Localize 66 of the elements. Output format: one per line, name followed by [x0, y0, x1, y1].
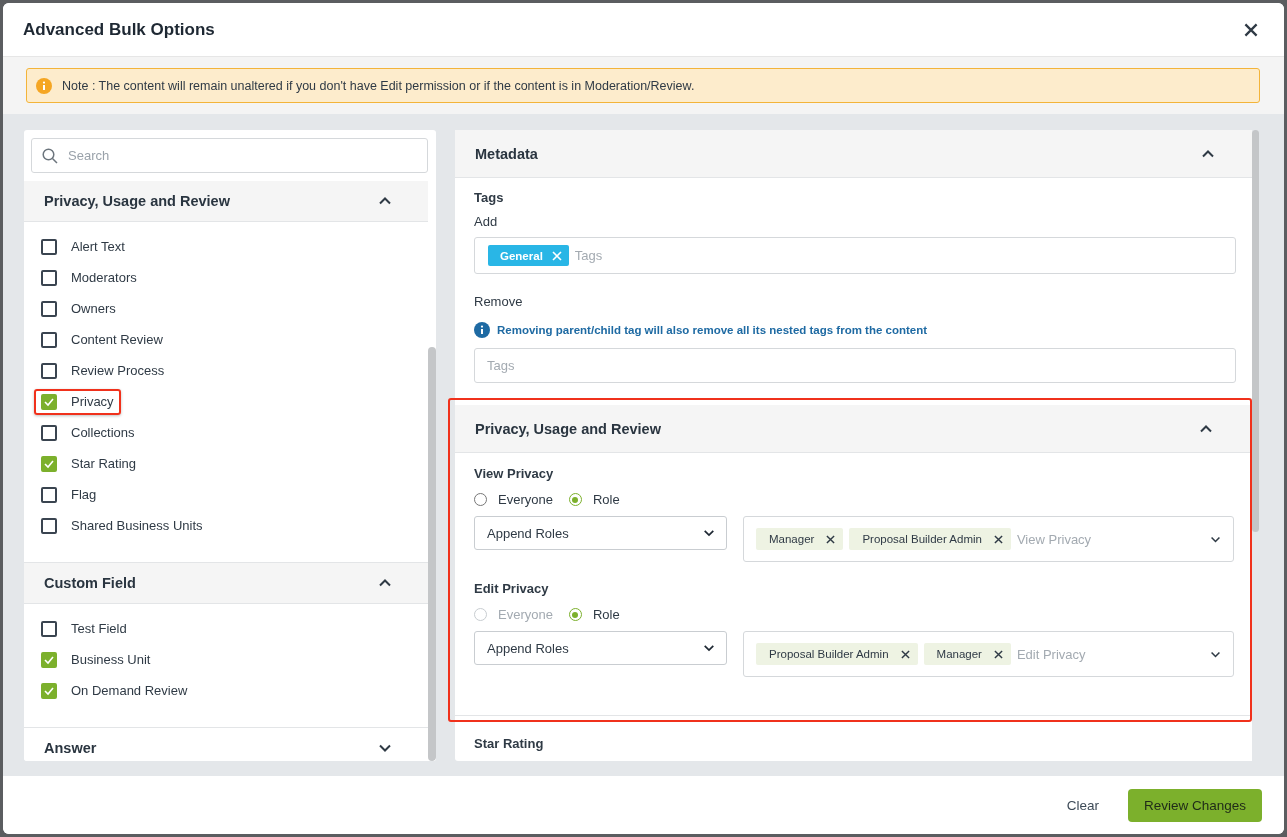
search-field[interactable]: Search — [31, 138, 428, 173]
checkbox[interactable]: Review Process — [41, 362, 165, 379]
checkbox[interactable]: Star Rating — [41, 455, 137, 472]
checkmark-icon — [44, 458, 54, 469]
tags-input[interactable]: Tags — [574, 248, 1223, 263]
tags-input[interactable]: Tags — [487, 358, 1223, 373]
info-icon — [474, 322, 490, 338]
checkbox[interactable]: On Demand Review — [41, 682, 188, 699]
checkbox[interactable]: Business Unit — [41, 651, 151, 668]
review-changes-button[interactable]: Review Changes — [1127, 788, 1262, 822]
chevron-down-icon[interactable] — [703, 527, 715, 539]
checkmark-icon — [44, 654, 54, 665]
mode-dropdown[interactable]: Append Roles — [474, 516, 727, 550]
roles-input[interactable]: Edit Privacy — [1016, 646, 1204, 662]
checkbox[interactable]: Shared Business Units — [41, 517, 203, 534]
checkbox[interactable]: Privacy — [41, 393, 114, 410]
remove-icon[interactable] — [900, 649, 910, 659]
checkmark-icon — [44, 396, 54, 407]
info-text: Removing parent/child tag will also remove all its nested tags from the content — [497, 324, 928, 336]
chevron-down-icon[interactable] — [703, 642, 715, 654]
field-label: Edit Privacy — [474, 581, 550, 596]
section-header[interactable]: Privacy, Usage and Review — [455, 405, 1250, 453]
remove-icon[interactable] — [993, 649, 1003, 659]
section-title: Answer — [44, 740, 97, 756]
dialog-title: Advanced Bulk Options — [23, 19, 215, 40]
field-label: View Privacy — [474, 466, 555, 481]
checkbox[interactable]: Alert Text — [41, 238, 125, 255]
checkmark-icon — [44, 685, 54, 696]
role-chip[interactable]: Manager — [756, 528, 844, 550]
radio-button[interactable]: Everyone — [474, 492, 553, 507]
section-title: Privacy, Usage and Review — [475, 420, 661, 437]
checkbox[interactable]: Content Review — [41, 331, 163, 348]
search-icon — [42, 147, 58, 164]
section-header[interactable]: Privacy, Usage and Review — [24, 181, 428, 222]
remove-icon[interactable] — [826, 534, 836, 544]
checkbox[interactable]: Test Field — [41, 620, 127, 637]
section-header[interactable]: Custom Field — [24, 563, 428, 604]
role-chip[interactable]: Manager — [923, 643, 1011, 665]
field-label: Remove — [474, 294, 524, 309]
remove-icon[interactable] — [993, 534, 1003, 544]
checkbox[interactable]: Flag — [41, 486, 97, 503]
section-header[interactable]: Metadata — [455, 130, 1252, 178]
roles-select[interactable]: Manager Proposal Builder Admin View Privacy — [743, 516, 1234, 562]
note-text: Note : The content will remain unaltered if you don't have Edit permission or if the content is in Moderation/Review. — [62, 78, 695, 93]
section-title: Custom Field — [44, 575, 136, 591]
checkbox[interactable]: Moderators — [41, 269, 137, 286]
radio-button: Everyone — [474, 607, 553, 622]
checkbox[interactable]: Owners — [41, 300, 116, 317]
close-icon[interactable] — [1244, 22, 1258, 37]
radio-button[interactable]: Role — [568, 607, 620, 622]
mode-dropdown[interactable]: Append Roles — [474, 631, 727, 665]
warning-icon — [36, 77, 52, 94]
roles-input[interactable]: View Privacy — [1016, 531, 1204, 547]
clear-button[interactable]: Clear — [1066, 791, 1099, 819]
radio-button[interactable]: Role — [568, 492, 620, 507]
tags-field[interactable]: Tags — [474, 348, 1236, 383]
field-label: Tags — [474, 190, 505, 205]
checkbox[interactable]: Collections — [41, 424, 135, 441]
section-title: Privacy, Usage and Review — [44, 193, 230, 209]
section-title: Star Rating — [473, 735, 545, 753]
roles-select[interactable]: Proposal Builder Admin Manager Edit Privacy — [743, 631, 1234, 677]
search-input[interactable]: Search — [66, 147, 417, 164]
role-chip[interactable]: Proposal Builder Admin — [849, 528, 1011, 550]
role-chip[interactable]: Proposal Builder Admin — [756, 643, 918, 665]
field-label: Add — [474, 214, 499, 229]
section-title: Metadata — [475, 145, 538, 162]
